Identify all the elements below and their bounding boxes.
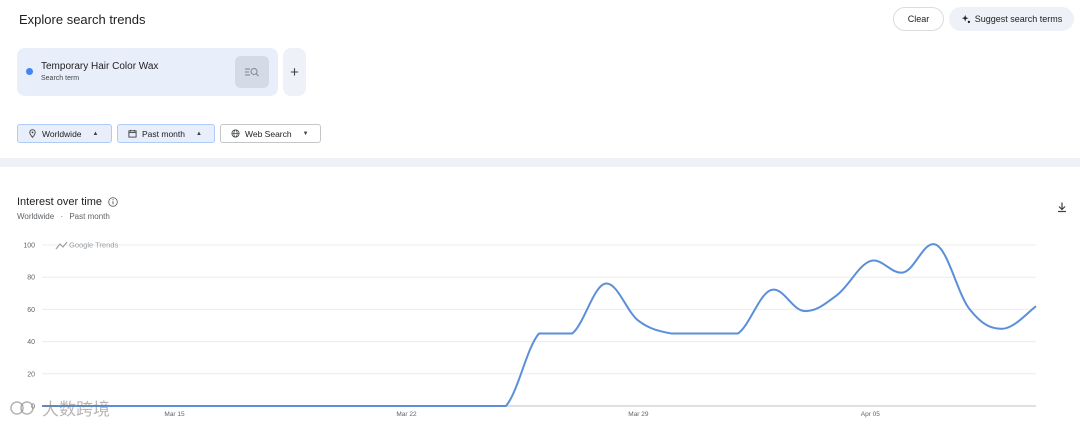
caret-down-icon: ▼ xyxy=(302,130,309,137)
term-search-button[interactable] xyxy=(235,56,269,88)
location-pin-icon xyxy=(29,129,36,138)
period-filter-label: Past month xyxy=(142,128,185,139)
section-subtitle: Worldwide · Past month xyxy=(17,212,110,221)
caret-up-icon: ▲ xyxy=(196,130,202,137)
suggest-terms-button[interactable]: Suggest search terms xyxy=(949,7,1074,31)
y-tick-label: 80 xyxy=(27,275,35,282)
watermark-logo-icon xyxy=(10,400,34,415)
interest-chart: 020406080100 Mar 15 Mar 22 Mar 29 Apr 05 Go… xyxy=(23,241,1037,418)
search-term-card[interactable]: Temporary Hair Color Wax Search term xyxy=(17,48,278,96)
explore-header: Explore search trends Clear Suggest sear… xyxy=(0,0,1080,158)
sparkle-icon xyxy=(961,14,970,24)
y-tick-label: 40 xyxy=(27,339,35,346)
property-filter[interactable]: Web Search ▼ xyxy=(220,124,321,143)
x-tick-label: Apr 05 xyxy=(861,411,881,418)
x-tick-label: Mar 29 xyxy=(628,411,649,418)
x-axis-ticks: Mar 15 Mar 22 Mar 29 Apr 05 xyxy=(164,411,880,418)
data-points xyxy=(42,245,1036,406)
watermark: 大数跨境 xyxy=(8,395,110,420)
y-tick-label: 100 xyxy=(23,243,35,250)
series-line xyxy=(42,243,1037,407)
interest-over-time-heading: Interest over time xyxy=(17,196,118,208)
suggest-terms-label: Suggest search terms xyxy=(974,14,1063,24)
term-color-dot xyxy=(26,68,33,75)
caret-up-icon: ▲ xyxy=(92,130,99,137)
download-icon[interactable] xyxy=(1056,201,1068,213)
clear-button[interactable]: Clear xyxy=(893,7,944,31)
region-filter[interactable]: Worldwide ▲ xyxy=(17,124,112,143)
info-icon[interactable] xyxy=(108,197,118,207)
section-divider xyxy=(0,158,1080,167)
term-name: Temporary Hair Color Wax xyxy=(41,61,159,72)
globe-icon xyxy=(231,129,240,138)
y-tick-label: 20 xyxy=(27,371,35,378)
subtitle-period: Past month xyxy=(69,212,110,221)
list-search-icon xyxy=(245,67,259,77)
subtitle-region: Worldwide xyxy=(17,212,55,221)
property-filter-label: Web Search xyxy=(245,128,292,139)
y-axis-ticks: 020406080100 xyxy=(23,243,35,411)
y-tick-label: 60 xyxy=(27,307,35,314)
calendar-icon xyxy=(128,129,137,138)
region-filter-label: Worldwide xyxy=(42,128,82,139)
subtitle-separator: · xyxy=(60,212,64,221)
term-type: Search term xyxy=(41,75,80,82)
watermark-text: 大数跨境 xyxy=(42,400,110,420)
x-tick-label: Mar 22 xyxy=(396,411,417,418)
page-title: Explore search trends xyxy=(19,12,146,27)
google-trends-watermark: Google Trends xyxy=(55,241,118,250)
add-term-button[interactable]: + xyxy=(283,48,306,96)
section-title: Interest over time xyxy=(17,196,102,208)
period-filter[interactable]: Past month ▲ xyxy=(117,124,215,143)
chart-gridlines xyxy=(42,244,1036,407)
x-tick-label: Mar 15 xyxy=(164,411,185,418)
trends-watermark-label: Google Trends xyxy=(69,241,118,250)
